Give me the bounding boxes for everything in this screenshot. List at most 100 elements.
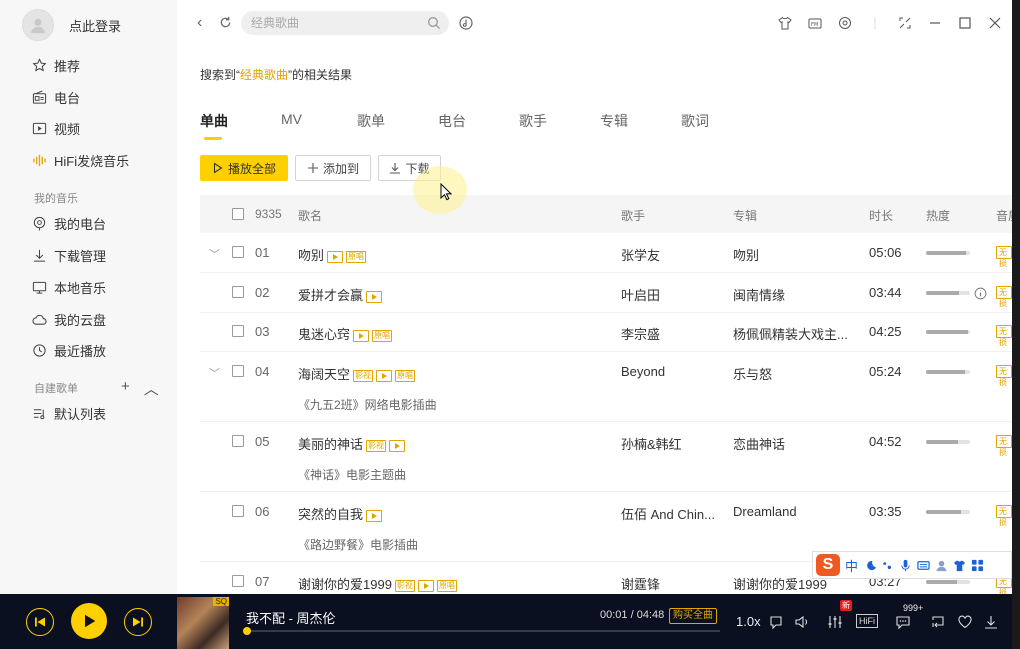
artist-name[interactable]: 伍佰 And Chin...	[621, 504, 715, 523]
login-link[interactable]: 点此登录	[69, 16, 121, 35]
equalizer-icon[interactable]	[827, 614, 843, 630]
chevron-down-icon[interactable]: ﹀	[209, 365, 220, 381]
lyrics-icon[interactable]	[768, 614, 784, 630]
ime-mode[interactable]: 中	[845, 556, 858, 575]
search-icon[interactable]	[427, 16, 441, 30]
column-name[interactable]: 歌名	[298, 207, 322, 224]
artist-name[interactable]: 叶启田	[621, 285, 660, 304]
album-cover[interactable]: SQ	[177, 597, 229, 649]
play-mode-icon[interactable]	[930, 614, 946, 630]
maximize-button[interactable]	[950, 13, 980, 33]
column-album[interactable]: 专辑	[733, 207, 757, 224]
tab-playlists[interactable]: 歌单	[357, 111, 385, 131]
artist-name[interactable]: Beyond	[621, 364, 665, 379]
chevron-down-icon[interactable]: ﹀	[209, 246, 220, 262]
previous-button[interactable]	[26, 608, 54, 636]
play-all-button[interactable]: 播放全部	[200, 155, 288, 181]
row-checkbox[interactable]	[232, 286, 244, 298]
table-row[interactable]: ﹀ 01 吻别 原唱 张学友 吻别 05:06 无损	[200, 233, 1012, 273]
collapse-icon[interactable]: ︿	[144, 378, 159, 399]
song-name-cell[interactable]: 爱拼才会赢	[298, 285, 383, 304]
tab-albums[interactable]: 专辑	[600, 111, 628, 131]
play-pause-button[interactable]	[71, 603, 107, 639]
progress-knob[interactable]	[242, 627, 251, 635]
song-name[interactable]: 爱拼才会赢	[298, 288, 363, 303]
toolbox-icon[interactable]	[971, 559, 984, 572]
table-row[interactable]: ﹀ 04 海阔天空 影视 原唱 Beyond 乐与怒 05:24 无损 《九五2班》网络电影插曲	[200, 352, 1012, 422]
sidebar-item-default-list[interactable]: 默认列表	[32, 402, 106, 424]
progress-bar[interactable]	[242, 627, 720, 635]
song-name-cell[interactable]: 海阔天空 影视 原唱	[298, 364, 416, 383]
tab-lyrics[interactable]: 歌词	[681, 111, 709, 131]
download-icon[interactable]	[983, 614, 999, 630]
artist-name[interactable]: 孙楠&韩红	[621, 434, 682, 453]
song-name-cell[interactable]: 鬼迷心窍 原唱	[298, 324, 393, 343]
search-input[interactable]	[251, 16, 421, 30]
settings-button[interactable]	[830, 13, 860, 33]
song-name-cell[interactable]: 突然的自我	[298, 504, 383, 523]
sidebar-item-hifi[interactable]: HiFi发烧音乐	[32, 149, 129, 171]
tab-radio[interactable]: 电台	[438, 111, 466, 131]
heart-icon[interactable]	[957, 614, 973, 630]
song-name[interactable]: 吻别	[298, 248, 324, 263]
moon-icon[interactable]	[863, 559, 877, 572]
table-row[interactable]: 03 鬼迷心窍 原唱 李宗盛 杨佩佩精装大戏主... 04:25 无损	[200, 312, 1012, 352]
album-name[interactable]: 杨佩佩精装大戏主...	[733, 324, 848, 343]
song-name[interactable]: 鬼迷心窍	[298, 327, 350, 342]
sidebar-item-my-radio[interactable]: 我的电台	[32, 212, 106, 234]
row-checkbox[interactable]	[232, 575, 244, 587]
table-row[interactable]: 02 爱拼才会赢 叶启田 闽南情缘 03:44 无损	[200, 273, 1012, 313]
hifi-button[interactable]: HiFi	[856, 614, 878, 628]
select-all-checkbox[interactable]	[232, 208, 244, 220]
row-checkbox[interactable]	[232, 325, 244, 337]
artist-name[interactable]: 李宗盛	[621, 324, 660, 343]
song-name-cell[interactable]: 谢谢你的爱1999 影视 原唱	[298, 574, 457, 593]
mv-play-icon[interactable]	[417, 579, 434, 592]
album-name[interactable]: 乐与怒	[733, 364, 772, 383]
album-name[interactable]: 闽南情缘	[733, 285, 785, 304]
sidebar-item-recommend[interactable]: 推荐	[32, 54, 80, 76]
music-recognition-icon[interactable]	[458, 15, 474, 31]
mv-play-icon[interactable]	[366, 509, 383, 522]
playback-speed-button[interactable]: 1.0x	[736, 614, 761, 629]
minimize-button[interactable]	[920, 13, 950, 33]
close-button[interactable]	[980, 13, 1010, 33]
skin-icon[interactable]	[953, 559, 966, 572]
song-name[interactable]: 海阔天空	[298, 367, 350, 382]
now-playing-title[interactable]: 我不配 - 周杰伦	[246, 608, 336, 627]
sidebar-item-video[interactable]: 视频	[32, 117, 80, 139]
user-center-icon[interactable]	[935, 559, 948, 572]
add-playlist-icon[interactable]: +	[121, 378, 130, 399]
punctuation-icon[interactable]	[881, 559, 894, 572]
sidebar-item-cloud[interactable]: 我的云盘	[32, 308, 106, 330]
comment-icon[interactable]	[895, 614, 911, 630]
song-name[interactable]: 谢谢你的爱1999	[298, 577, 392, 592]
fm-button[interactable]: FM	[800, 13, 830, 33]
row-checkbox[interactable]	[232, 505, 244, 517]
column-quality[interactable]: 音质	[996, 207, 1012, 224]
back-icon[interactable]: ‹	[197, 14, 202, 32]
song-name[interactable]: 美丽的神话	[298, 437, 363, 452]
avatar[interactable]	[22, 9, 54, 41]
table-row[interactable]: 05 美丽的神话 影视 孙楠&韩红 恋曲神话 04:52 无损 《神话》电影主题曲	[200, 422, 1012, 492]
artist-name[interactable]: 张学友	[621, 245, 660, 264]
mv-play-icon[interactable]	[353, 329, 370, 342]
volume-icon[interactable]	[794, 614, 810, 630]
artist-name[interactable]: 谢霆锋	[621, 574, 660, 593]
keyboard-icon[interactable]	[917, 559, 930, 572]
album-name[interactable]: 吻别	[733, 245, 759, 264]
refresh-icon[interactable]	[219, 16, 232, 29]
add-to-button[interactable]: 添加到	[295, 155, 371, 181]
song-name[interactable]: 突然的自我	[298, 507, 363, 522]
row-checkbox[interactable]	[232, 365, 244, 377]
mv-play-icon[interactable]	[376, 369, 393, 382]
sidebar-item-local[interactable]: 本地音乐	[32, 276, 106, 298]
info-icon[interactable]	[974, 287, 987, 300]
album-name[interactable]: 恋曲神话	[733, 434, 785, 453]
mini-mode-button[interactable]	[890, 13, 920, 33]
column-artist[interactable]: 歌手	[621, 207, 645, 224]
mv-play-icon[interactable]	[366, 290, 383, 303]
skin-button[interactable]	[770, 13, 800, 33]
song-name-cell[interactable]: 美丽的神话 影视	[298, 434, 406, 453]
mv-play-icon[interactable]	[327, 250, 344, 263]
